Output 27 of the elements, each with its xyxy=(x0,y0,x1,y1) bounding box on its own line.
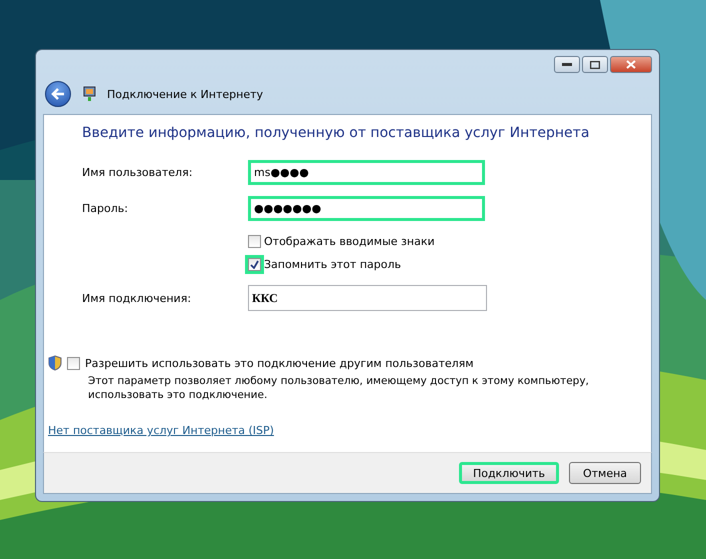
maximize-icon xyxy=(590,60,600,68)
shield-icon xyxy=(48,355,62,371)
window-title: Подключение к Интернету xyxy=(107,88,264,100)
close-button[interactable] xyxy=(610,56,652,73)
input-field[interactable]: ●●●●●●● xyxy=(248,196,485,220)
minimize-icon xyxy=(562,63,572,66)
back-button[interactable] xyxy=(45,81,71,107)
maximize-button[interactable] xyxy=(582,56,608,73)
isp-link[interactable]: Нет поставщика услуг Интернета (ISP) xyxy=(48,424,274,437)
connect-button[interactable]: Подключить xyxy=(459,462,559,484)
cancel-button[interactable]: Отмена xyxy=(569,462,641,484)
minimize-button[interactable] xyxy=(554,56,580,73)
close-icon xyxy=(626,60,636,69)
checkbox-label: Разрешить использовать это подключение другим пользователям xyxy=(85,356,474,370)
instruction-heading: Введите информацию, полученную от поставщика услуг Интернета xyxy=(82,125,590,141)
checkbox-label: Отображать вводимые знаки xyxy=(264,234,435,248)
input-field[interactable]: ККС xyxy=(248,285,487,311)
back-arrow-icon xyxy=(51,88,65,100)
input-field[interactable]: ms●●●● xyxy=(248,160,485,184)
network-icon xyxy=(81,86,97,102)
checkbox[interactable] xyxy=(248,234,261,248)
checkbox[interactable] xyxy=(67,356,80,370)
checkbox-label: Запомнить этот пароль xyxy=(264,258,401,270)
field-label: Пароль: xyxy=(82,202,129,214)
field-label: Имя подключения: xyxy=(82,292,192,304)
option-description: Этот параметр позволяет любому пользователю, имеющему доступ к этому компьютеру, использовать это подключение. xyxy=(88,374,590,402)
field-label: Имя пользователя: xyxy=(82,166,194,178)
